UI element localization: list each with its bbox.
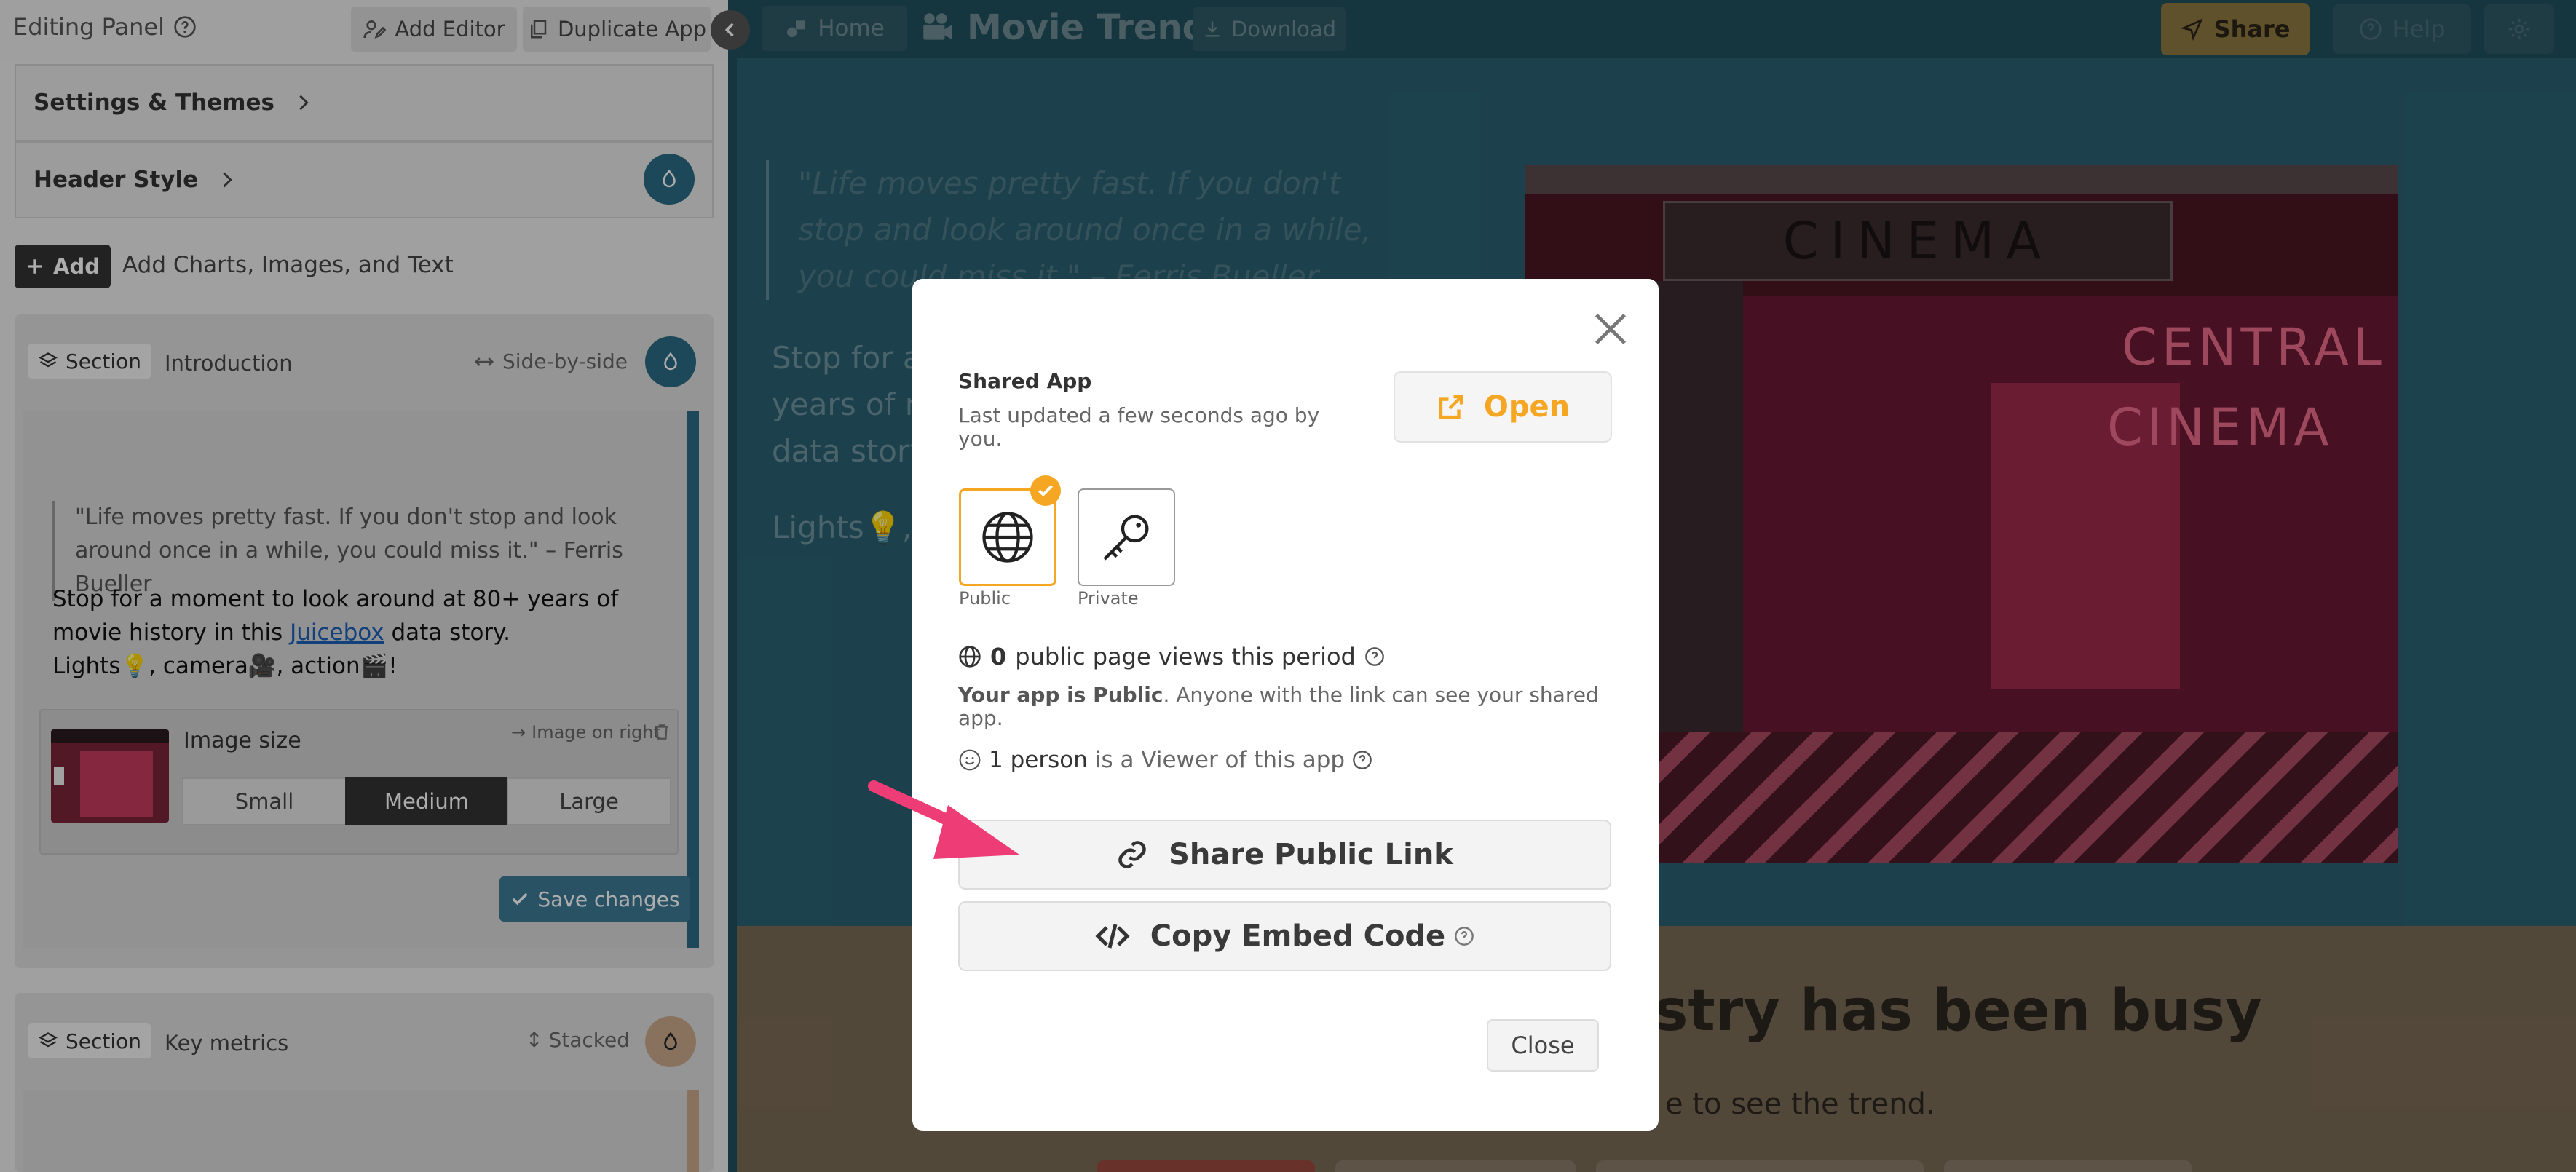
modal-title: Shared App [958,369,1092,393]
private-label: Private [1078,588,1139,609]
public-label: Public [959,588,1011,609]
share-public-link-button[interactable]: Share Public Link [958,820,1611,890]
selected-check-badge [1030,475,1061,506]
globe-icon [982,512,1033,563]
views-row: 0 public page views this period [958,643,1385,670]
viewers-text: is a Viewer of this app [1094,747,1346,773]
copy-embed-code-button[interactable]: Copy Embed Code [958,901,1611,971]
viewers-count[interactable]: 1 person [989,747,1088,773]
code-icon [1095,924,1130,949]
link-icon [1118,841,1146,868]
globe-icon [959,646,981,668]
modal-updated: Last updated a few seconds ago by you. [958,403,1320,451]
help-circle-icon[interactable] [1364,646,1385,667]
private-option[interactable] [1078,488,1175,586]
views-count: 0 [990,643,1007,670]
share-public-link-label: Share Public Link [1169,838,1453,871]
smiley-icon [959,749,981,771]
close-icon[interactable] [1589,308,1632,350]
open-label: Open [1483,390,1571,424]
check-icon [1038,485,1054,497]
help-circle-icon[interactable] [1352,750,1372,770]
key-icon [1103,515,1149,561]
copy-embed-code-label: Copy Embed Code [1150,919,1446,953]
help-circle-icon[interactable] [1454,926,1474,946]
share-modal: Shared App Last updated a few seconds ag… [912,279,1659,1131]
views-text: public page views this period [1015,643,1356,670]
viewers-row: 1 person is a Viewer of this app [958,747,1372,773]
external-link-icon [1439,395,1463,419]
close-button[interactable]: Close [1487,1019,1599,1072]
visibility-bold: Your app is Public [958,683,1163,707]
visibility-description: Your app is Public. Anyone with the link… [958,684,1613,730]
pointer-arrow-icon [868,780,1019,859]
open-button[interactable]: Open [1394,371,1612,443]
